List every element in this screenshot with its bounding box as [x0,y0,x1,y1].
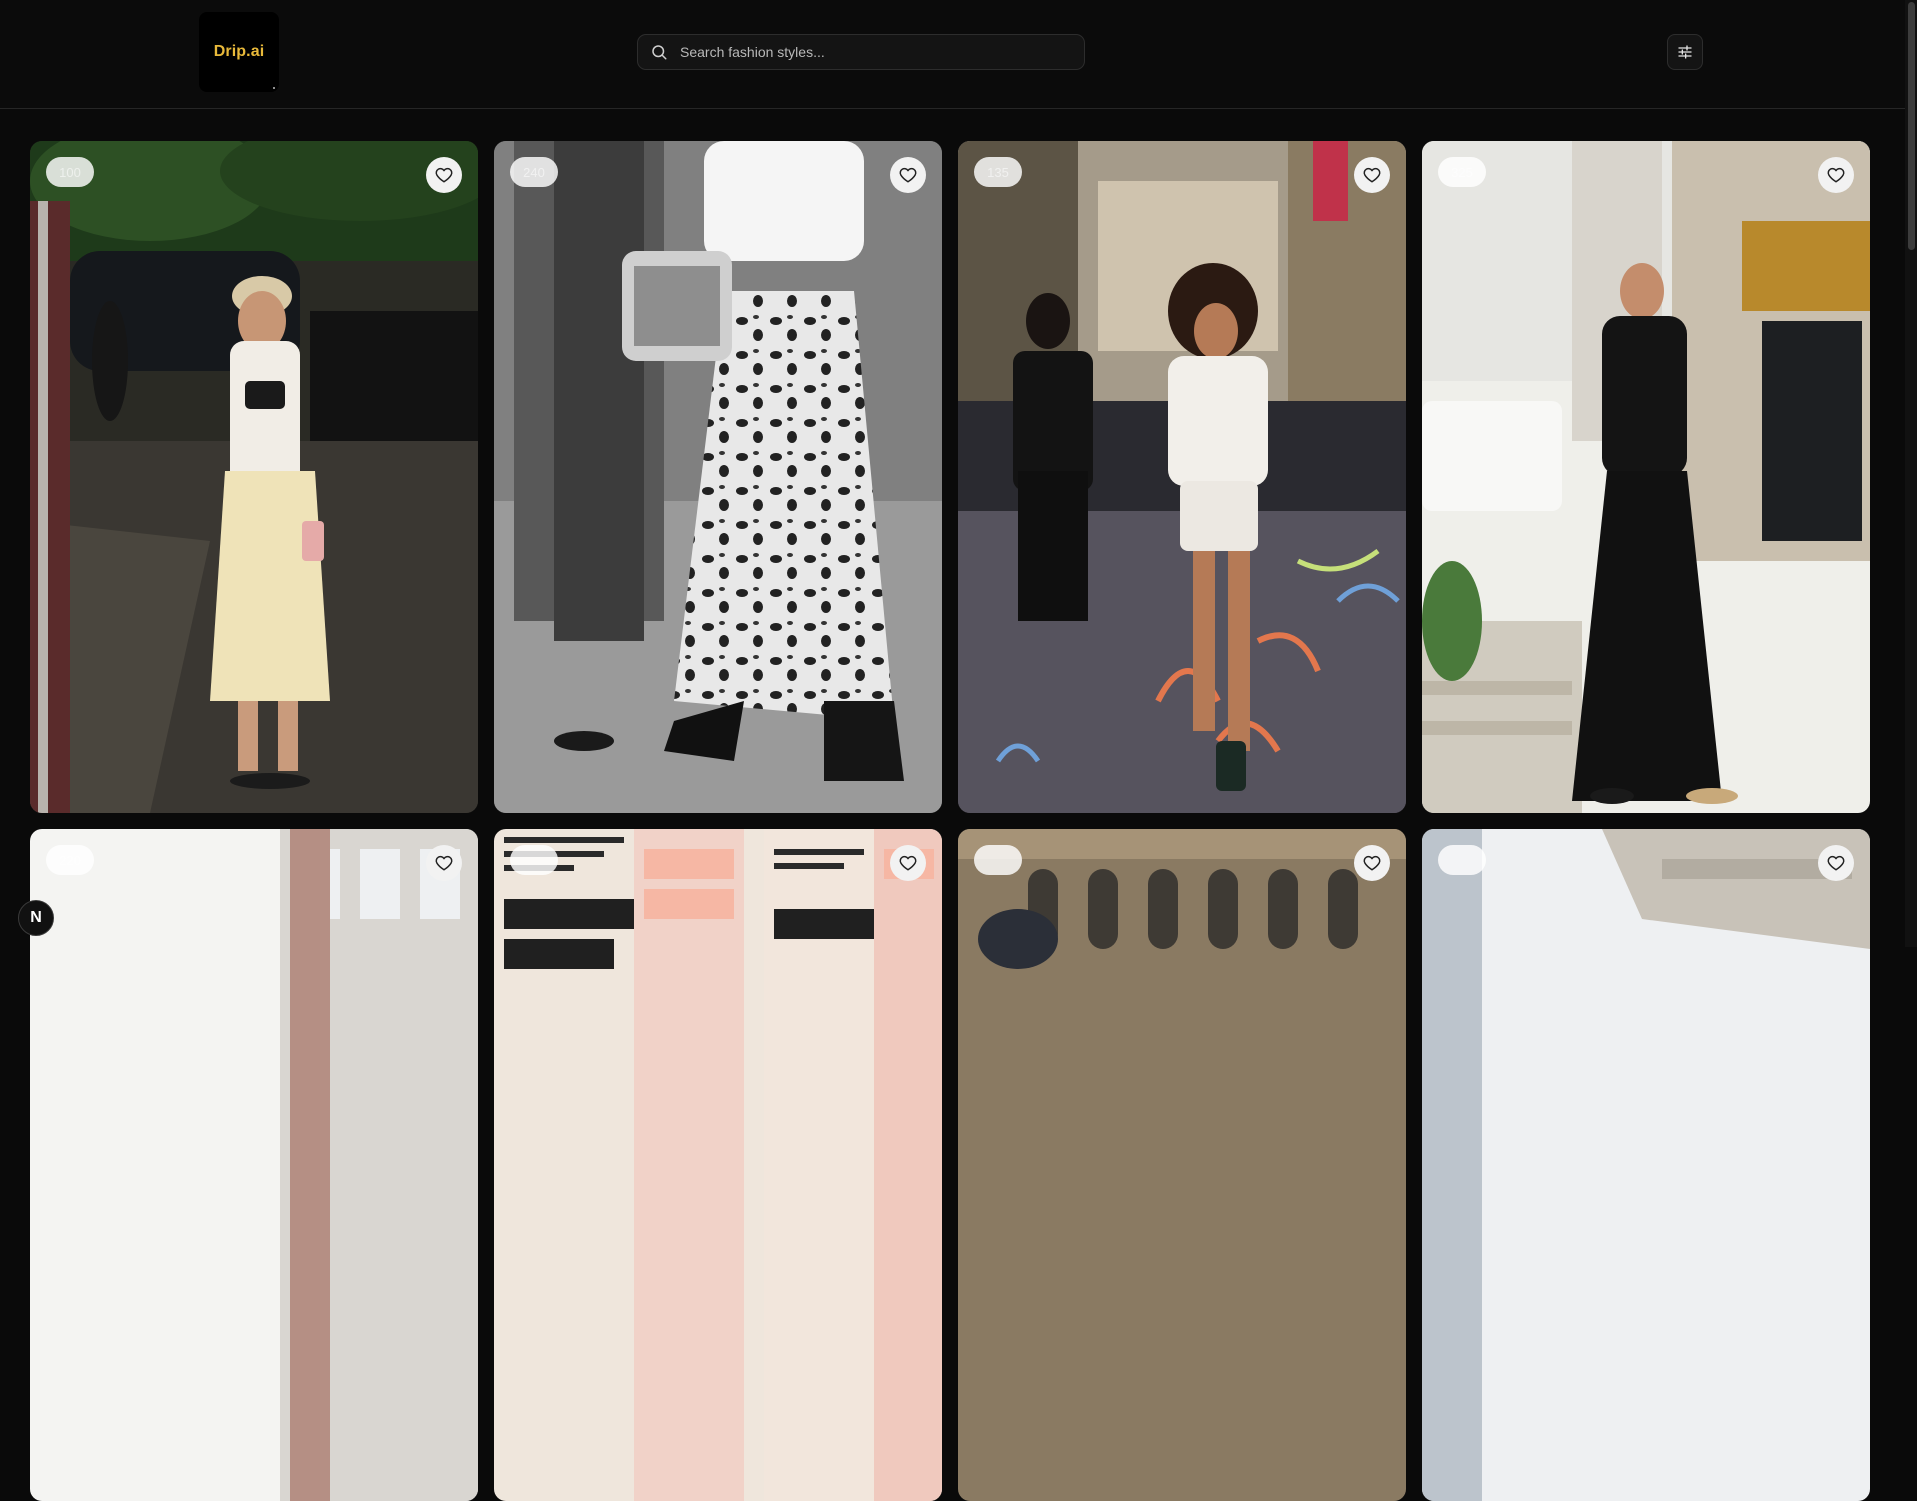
dev-indicator-label: N [30,909,42,926]
scrollbar-thumb[interactable] [1908,2,1915,250]
favorite-button[interactable] [1354,845,1390,881]
style-card[interactable] [1422,829,1870,1501]
favorite-button[interactable] [1818,157,1854,193]
badge-count [510,845,558,875]
search-icon [652,45,667,60]
style-card[interactable]: 220 [30,829,478,1501]
heart-icon [1363,167,1381,183]
heart-icon [899,855,917,871]
filter-button[interactable] [1667,34,1703,70]
style-photo [1422,829,1870,1501]
style-photo [958,141,1406,813]
sliders-icon [1678,45,1692,59]
style-photo [30,141,478,813]
style-photo [30,829,478,1501]
favorite-button[interactable] [426,157,462,193]
style-card[interactable] [958,829,1406,1501]
style-card[interactable]: 240 [494,141,942,813]
heart-icon [1827,855,1845,871]
badge-count: 325 [1438,157,1486,187]
badge-count [974,845,1022,875]
style-photo [1422,141,1870,813]
search-input[interactable] [678,43,1058,61]
page-scrollbar[interactable] [1905,0,1917,947]
dev-indicator-button[interactable]: N [18,900,54,936]
top-header: Drip.ai [0,0,1905,109]
badge-count: 135 [974,157,1022,187]
style-photo [958,829,1406,1501]
app-logo[interactable]: Drip.ai [199,12,279,92]
badge-count: 100 [46,157,94,187]
style-card[interactable]: 100 [30,141,478,813]
heart-icon [1363,855,1381,871]
style-card[interactable]: 135 [958,141,1406,813]
badge-count [1438,845,1486,875]
heart-icon [435,855,453,871]
favorite-button[interactable] [426,845,462,881]
search-bar[interactable] [637,34,1085,70]
favorite-button[interactable] [890,157,926,193]
favorite-button[interactable] [890,845,926,881]
heart-icon [1827,167,1845,183]
logo-dot [273,87,275,89]
heart-icon [899,167,917,183]
badge-count: 220 [46,845,94,875]
logo-text: Drip.ai [213,43,265,60]
favorite-button[interactable] [1354,157,1390,193]
style-photo [494,829,942,1501]
favorite-button[interactable] [1818,845,1854,881]
style-card[interactable] [494,829,942,1501]
style-card[interactable]: 325 [1422,141,1870,813]
heart-icon [435,167,453,183]
style-photo [494,141,942,813]
badge-count: 240 [510,157,558,187]
